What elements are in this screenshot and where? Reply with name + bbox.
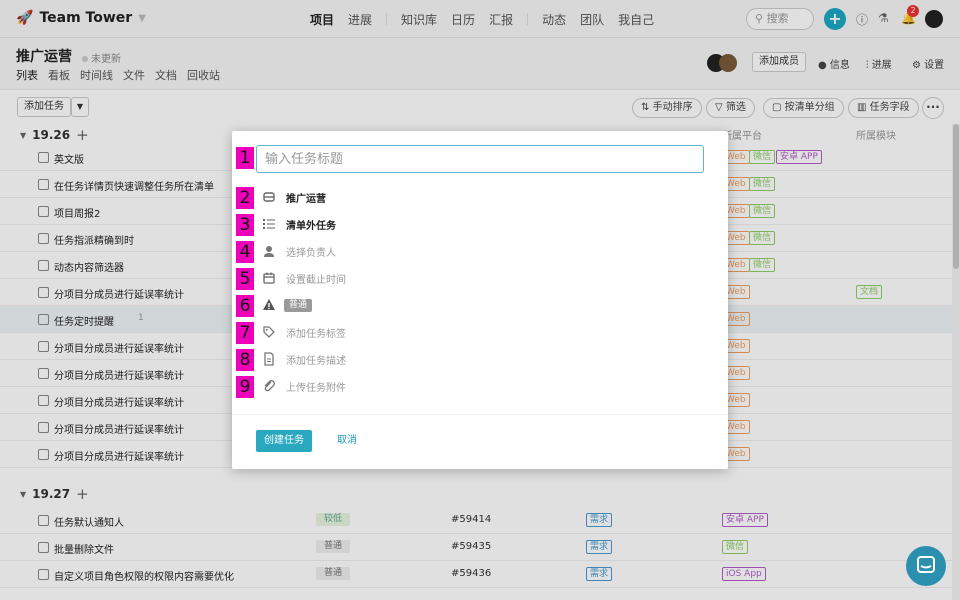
marker-label: 7 — [236, 322, 254, 344]
marker-label: 5 — [236, 268, 254, 290]
marker-label: 9 — [236, 376, 254, 398]
project-name: 推广运营 — [286, 193, 326, 205]
create-task-dialog: 推广运营 清单外任务 选择负责人 设置截止时间 普通 添加任务标签 添加任务描述… — [232, 131, 728, 469]
tags-placeholder: 添加任务标签 — [286, 328, 346, 340]
calendar-icon — [262, 271, 276, 285]
priority-badge: 普通 — [284, 298, 313, 312]
folder-icon — [262, 190, 276, 204]
description-field[interactable]: 添加任务描述 — [262, 349, 346, 369]
list-field[interactable]: 清单外任务 — [262, 214, 336, 234]
deadline-placeholder: 设置截止时间 — [286, 274, 346, 286]
document-icon — [262, 352, 276, 366]
warning-icon — [262, 298, 276, 312]
marker-label: 8 — [236, 349, 254, 371]
priority-field[interactable]: 普通 — [262, 295, 313, 315]
paperclip-icon — [262, 379, 276, 393]
project-field[interactable]: 推广运营 — [262, 187, 326, 207]
create-task-button[interactable]: 创建任务 — [256, 430, 312, 452]
assignee-placeholder: 选择负责人 — [286, 247, 336, 259]
list-icon — [262, 217, 276, 231]
dialog-divider — [232, 414, 728, 415]
user-icon — [262, 244, 276, 258]
marker-label: 2 — [236, 187, 254, 209]
attachment-field[interactable]: 上传任务附件 — [262, 376, 346, 396]
tags-field[interactable]: 添加任务标签 — [262, 322, 346, 342]
marker-label: 4 — [236, 241, 254, 263]
deadline-field[interactable]: 设置截止时间 — [262, 268, 346, 288]
marker-label: 3 — [236, 214, 254, 236]
assignee-field[interactable]: 选择负责人 — [262, 241, 336, 261]
description-placeholder: 添加任务描述 — [286, 355, 346, 367]
tag-icon — [262, 325, 276, 339]
attachment-placeholder: 上传任务附件 — [286, 382, 346, 394]
marker-label: 1 — [236, 147, 254, 169]
chat-icon[interactable] — [906, 546, 946, 586]
marker-label: 6 — [236, 295, 254, 317]
list-name: 清单外任务 — [286, 220, 336, 232]
cancel-button[interactable]: 取消 — [337, 430, 357, 452]
task-title-input[interactable] — [256, 145, 704, 173]
